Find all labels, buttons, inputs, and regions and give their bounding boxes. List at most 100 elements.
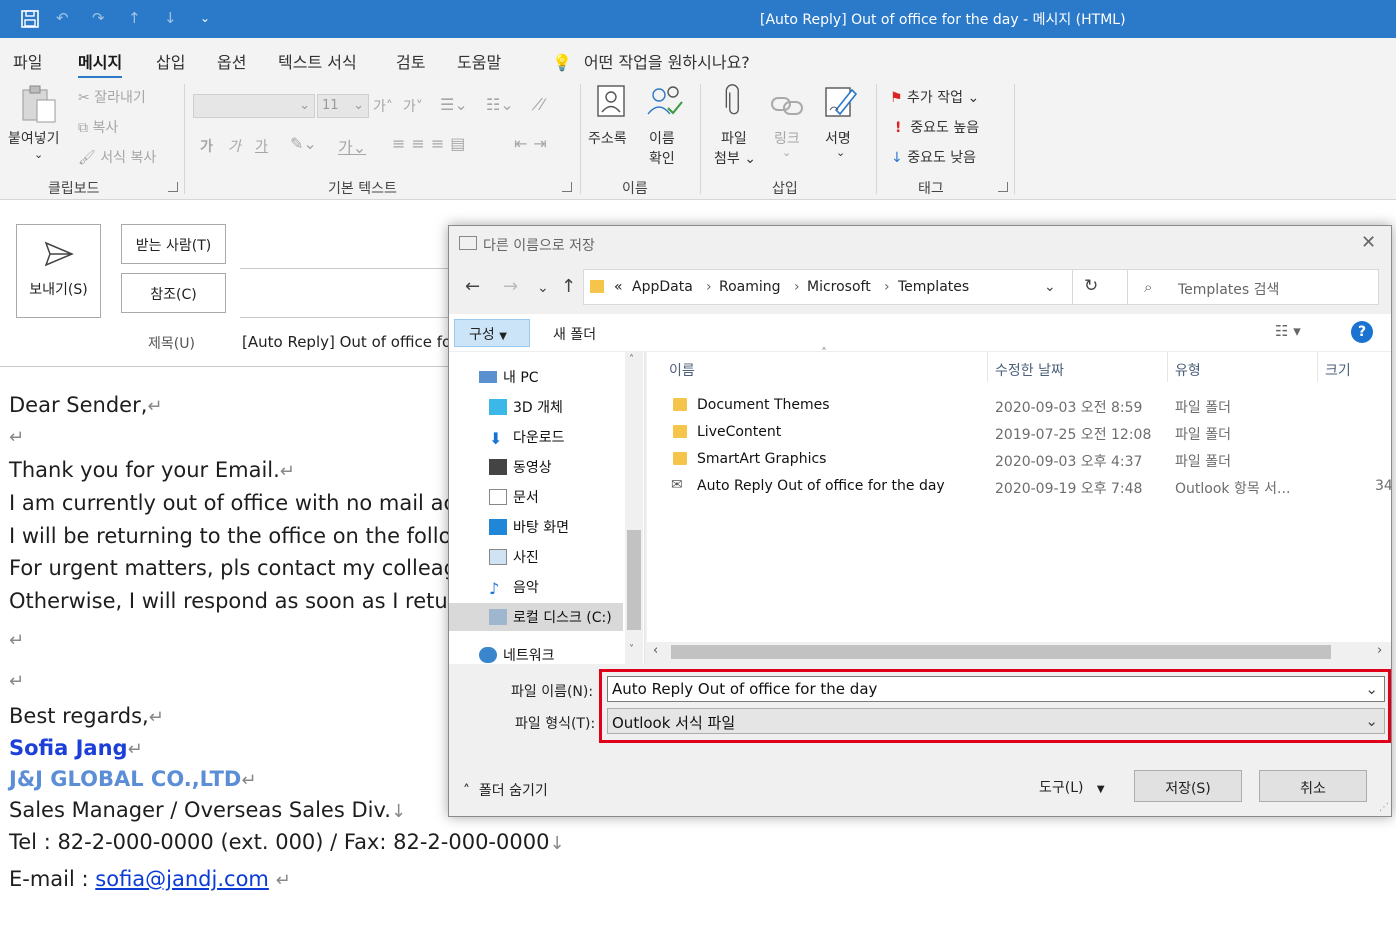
file-row[interactable]: ✉ Auto Reply Out of office for the day 2… (647, 473, 1391, 500)
file-row[interactable]: LiveContent 2019-07-25 오전 12:08 파일 폴더 (647, 419, 1391, 446)
subject-input[interactable]: [Auto Reply] Out of office for (242, 333, 457, 351)
nav-item-local-disk[interactable]: 로컬 디스크 (C:) (449, 603, 623, 631)
save-button[interactable]: 저장(S) (1134, 770, 1242, 802)
paste-icon (22, 85, 56, 123)
signature-email: E-mail : sofia@jandj.com ↵ (9, 867, 291, 891)
lightbulb-icon: 💡 (552, 53, 572, 72)
breadcrumb-roaming[interactable]: Roaming (719, 279, 781, 295)
tab-format-text[interactable]: 텍스트 서식 (278, 49, 357, 73)
send-button[interactable]: 보내기(S) (16, 224, 101, 318)
arrow-up-icon[interactable]: ↑ (128, 9, 141, 27)
file-list-hscrollbar[interactable]: ‹ › (647, 642, 1391, 662)
tags-launcher-icon[interactable] (998, 182, 1008, 192)
italic-icon[interactable]: 가 (228, 136, 241, 156)
clipboard-launcher-icon[interactable] (168, 182, 178, 192)
nav-item-videos[interactable]: 동영상 (489, 454, 552, 480)
scroll-right-icon[interactable]: › (1377, 643, 1382, 658)
tab-insert[interactable]: 삽입 (156, 49, 185, 73)
undo-icon[interactable]: ↶ (56, 9, 69, 27)
file-row[interactable]: SmartArt Graphics 2020-09-03 오후 4:37 파일 … (647, 446, 1391, 473)
grow-font-icon[interactable]: 가˄ (373, 96, 393, 116)
chevron-down-icon[interactable]: ⌄ (1044, 279, 1056, 295)
forward-arrow-icon[interactable]: → (503, 276, 518, 297)
organize-button[interactable]: 구성 ▼ (454, 319, 530, 347)
scroll-left-icon[interactable]: ‹ (653, 643, 658, 658)
nav-item-downloads[interactable]: ⬇ 다운로드 (489, 424, 565, 450)
low-importance-button[interactable]: ↓ 중요도 낮음 (891, 147, 976, 167)
save-icon[interactable] (20, 9, 40, 33)
arrow-down-icon[interactable]: ↓ (164, 9, 177, 27)
follow-up-button[interactable]: ⚑ 추가 작업 ⌄ (890, 87, 979, 107)
refresh-icon[interactable]: ↻ (1084, 276, 1098, 296)
tab-help[interactable]: 도움말 (457, 49, 501, 73)
nav-item-desktop[interactable]: 바탕 화면 (489, 514, 569, 540)
column-header-size[interactable]: 크기 (1325, 360, 1351, 380)
cancel-button[interactable]: 취소 (1259, 770, 1367, 802)
cut-button[interactable]: ✂ 잘라내기 (78, 87, 146, 107)
up-arrow-icon[interactable]: ↑ (561, 276, 576, 297)
to-button[interactable]: 받는 사람(T) (121, 224, 226, 264)
redo-icon[interactable]: ↷ (92, 9, 105, 27)
underline-icon[interactable]: 가 (255, 136, 268, 156)
resize-grip-icon[interactable]: ⋰ (1379, 802, 1389, 813)
scroll-down-icon[interactable]: ˅ (629, 644, 634, 655)
tell-me-box[interactable]: 💡 어떤 작업을 원하시나요? (552, 49, 750, 73)
picture-icon (489, 549, 507, 565)
nav-item-3d-objects[interactable]: 3D 개체 (489, 394, 563, 420)
clear-formatting-icon[interactable]: ⁄̸ (541, 95, 544, 114)
breadcrumb-templates[interactable]: Templates (898, 279, 969, 295)
indent-icons[interactable]: ⇤⇥ (514, 134, 553, 153)
bold-icon[interactable]: 가 (200, 136, 213, 156)
tab-file[interactable]: 파일 (13, 49, 42, 73)
bullets-icon[interactable]: ☰⌄ (440, 95, 468, 114)
to-field-underline (240, 268, 450, 269)
tab-review[interactable]: 검토 (396, 49, 425, 73)
music-icon: ♪ (489, 579, 500, 598)
recent-locations-icon[interactable]: ⌄ (537, 280, 549, 296)
tab-options[interactable]: 옵션 (217, 49, 246, 73)
column-header-type[interactable]: 유형 (1175, 360, 1201, 380)
tab-message[interactable]: 메시지 (78, 49, 123, 79)
scroll-up-icon[interactable]: ˄ (629, 354, 634, 365)
hide-folders-button[interactable]: ˄ 폴더 숨기기 (463, 780, 548, 800)
nav-item-documents[interactable]: 문서 (489, 484, 539, 510)
new-folder-button[interactable]: 새 폴더 (553, 324, 596, 344)
nav-item-this-pc[interactable]: 내 PC (479, 364, 539, 390)
font-name-combo[interactable]: ⌄ (193, 94, 315, 118)
column-header-date[interactable]: 수정한 날짜 (995, 360, 1064, 380)
nav-scroll-thumb[interactable] (627, 530, 641, 630)
breadcrumb-microsoft[interactable]: Microsoft (807, 279, 871, 295)
nav-item-pictures[interactable]: 사진 (489, 544, 539, 570)
column-header-name[interactable]: 이름 (669, 360, 695, 380)
close-icon[interactable]: ✕ (1361, 232, 1376, 253)
flag-icon: ⚑ (890, 90, 903, 106)
align-icons[interactable]: ≡≡≡▤ (392, 134, 471, 153)
tools-button[interactable]: 도구(L) ▼ (1039, 777, 1105, 797)
nav-item-network[interactable]: 네트워크 (479, 642, 555, 668)
font-color-icon[interactable]: 가⌄ (338, 134, 366, 158)
shrink-font-icon[interactable]: 가˅ (403, 96, 423, 116)
highlight-icon[interactable]: ✎⌄ (290, 134, 317, 153)
chevron-down-icon: ⌄ (782, 146, 792, 159)
help-icon[interactable]: ? (1351, 321, 1373, 343)
numbering-icon[interactable]: ☷⌄ (486, 95, 514, 114)
hscroll-thumb[interactable] (671, 645, 1331, 659)
email-link[interactable]: sofia@jandj.com (95, 867, 269, 891)
nav-item-music[interactable]: ♪ 음악 (489, 574, 539, 600)
high-importance-button[interactable]: ! 중요도 높음 (895, 117, 979, 137)
address-book-icon (597, 85, 625, 117)
format-painter-button[interactable]: 🖌 서식 복사 (78, 147, 156, 167)
font-size-combo[interactable]: 11 ⌄ (317, 94, 369, 118)
basic-text-launcher-icon[interactable] (562, 182, 572, 192)
back-arrow-icon[interactable]: ← (465, 276, 480, 297)
nav-scrollbar[interactable]: ˄ ˅ (625, 352, 643, 664)
view-options-icon[interactable]: ☷ ▾ (1275, 322, 1301, 340)
file-row[interactable]: Document Themes 2020-09-03 오전 8:59 파일 폴더 (647, 392, 1391, 419)
copy-button[interactable]: ⧉ 복사 (78, 117, 118, 137)
breadcrumb-appdata[interactable]: AppData (632, 279, 693, 295)
breadcrumb-overflow[interactable]: « (614, 279, 623, 295)
cc-button[interactable]: 참조(C) (121, 273, 226, 313)
customize-qat-icon[interactable]: ⌄ (200, 11, 210, 25)
chevron-down-icon: ⌄ (34, 148, 44, 161)
search-box[interactable]: ⌕ Templates 검색 (1127, 269, 1379, 305)
